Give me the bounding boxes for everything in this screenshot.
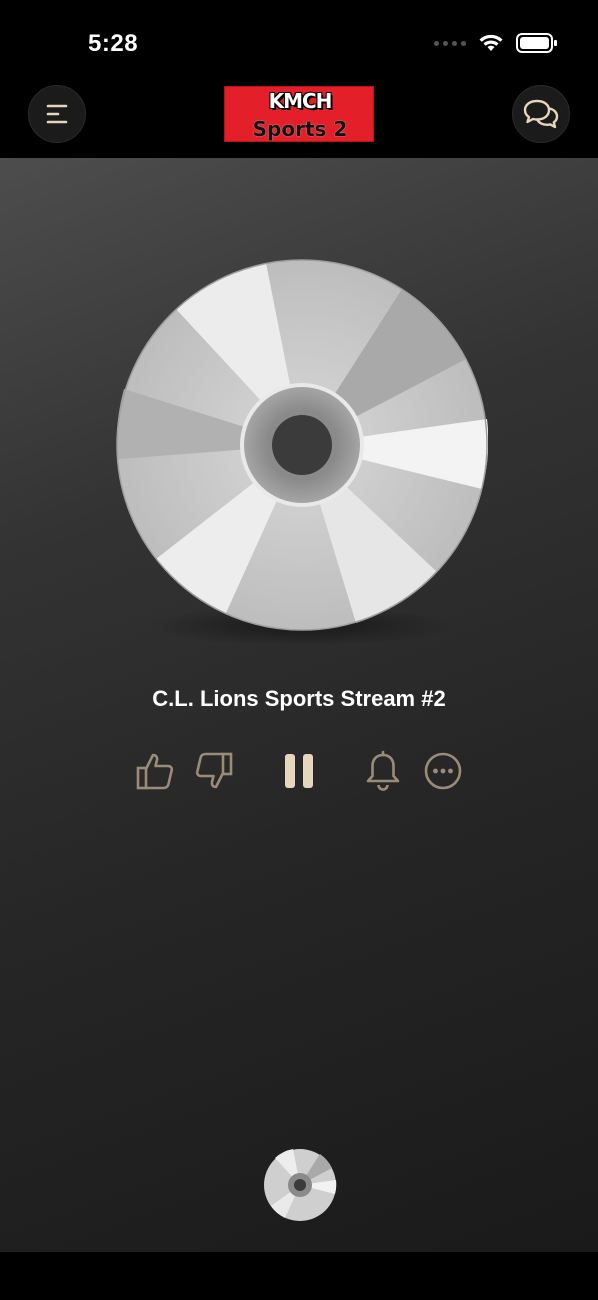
station-logo: KMCH Sports 2 — [224, 86, 374, 142]
signal-icon — [434, 40, 466, 46]
bell-icon — [366, 750, 400, 791]
chat-bubbles-icon — [523, 99, 559, 129]
thumbs-down-icon — [195, 752, 233, 789]
menu-button[interactable] — [28, 85, 86, 143]
pause-button[interactable] — [276, 746, 322, 796]
bottom-bar — [0, 1252, 598, 1300]
more-icon — [424, 752, 462, 790]
alert-button[interactable] — [360, 746, 406, 796]
more-button[interactable] — [420, 746, 466, 796]
thumbs-up-button[interactable] — [132, 746, 178, 796]
app-header: KMCH Sports 2 — [0, 80, 598, 158]
track-title: C.L. Lions Sports Stream #2 — [152, 686, 446, 711]
status-time: 5:28 — [88, 30, 139, 57]
thumbs-down-button[interactable] — [191, 746, 237, 796]
wifi-icon — [479, 34, 503, 51]
logo-top-text: KMCH — [268, 89, 333, 113]
pause-icon — [285, 754, 313, 788]
player-controls — [0, 746, 598, 796]
chat-button[interactable] — [512, 85, 570, 143]
status-icons — [434, 32, 558, 54]
status-bar: 5:28 — [0, 0, 598, 80]
logo-bottom-text: Sports 2 — [252, 117, 348, 141]
album-art-disc — [116, 259, 489, 631]
player-area: C.L. Lions Sports Stream #2 — [0, 158, 598, 1252]
thumbs-up-icon — [136, 753, 174, 790]
menu-icon — [46, 104, 68, 124]
battery-icon — [516, 33, 557, 53]
mini-player-disc[interactable] — [263, 1148, 337, 1222]
